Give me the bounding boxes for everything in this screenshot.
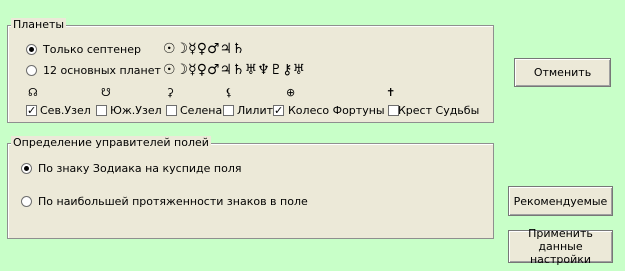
apply-settings-button[interactable]: Применить данные настройки [508,227,613,266]
radio-cusp-sign[interactable]: По знаку Зодиака на куспиде поля [21,162,242,175]
rulers-group [7,143,494,239]
checkbox-north-node-box[interactable]: ✓ [26,105,37,116]
checkbox-selena[interactable]: Селена [166,104,222,117]
fortune-wheel-icon: ⊕ [286,86,296,99]
checkbox-fortune-wheel-box[interactable] [387,105,399,116]
checkbox-cross-of-fate[interactable]: Крест Судьбы [398,104,479,117]
checkbox-south-node-box[interactable] [96,105,107,116]
radio-cusp-sign-indicator[interactable] [21,163,32,174]
checkbox-lilith-spacer[interactable] [223,105,234,116]
checkbox-south-node[interactable]: Юж.Узел [96,104,162,117]
radio-largest-extent-label: По наибольшей протяженности знаков в пол… [38,195,308,208]
selena-icon: ⚳ [166,86,175,99]
checkbox-cross-of-fate-label: Крест Судьбы [398,104,480,117]
cancel-button[interactable]: Отменить [514,58,611,87]
checkbox-lilith-box[interactable]: ✓ [273,105,285,116]
twelve-planet-glyphs: ☉☽☿♀♂♃♄♅♆♇⚷♅ [163,62,306,78]
radio-septener[interactable]: Только септенер [26,43,141,56]
lilith-icon: ⚸ [225,86,234,99]
radio-largest-extent-indicator[interactable] [21,196,32,207]
radio-septener-label: Только септенер [43,43,141,56]
checkbox-north-node[interactable]: ✓ Сев.Узел [26,104,91,117]
checkbox-fortune-wheel[interactable]: Колесо Фортуны [288,104,402,117]
septener-planet-glyphs: ☉☽☿♀♂♃♄ [163,41,245,57]
cross-of-fate-icon: ✝ [386,86,396,99]
radio-cusp-sign-label: По знаку Зодиака на куспиде поля [38,162,242,175]
south-node-icon: ☋ [101,86,111,99]
radio-largest-extent[interactable]: По наибольшей протяженности знаков в пол… [21,195,308,208]
radio-12-planets[interactable]: 12 основных планет [26,64,161,77]
checkbox-north-node-label: Сев.Узел [40,104,91,117]
planets-group-title: Планеты [11,18,67,31]
radio-12-planets-indicator[interactable] [26,65,37,76]
checkbox-selena-box[interactable] [166,105,177,116]
checkbox-lilith[interactable]: Лилит ✓ [223,104,287,117]
radio-12-planets-label: 12 основных планет [43,64,161,77]
rulers-group-title: Определение управителей полей [11,136,211,149]
radio-septener-indicator[interactable] [26,44,37,55]
checkbox-selena-label: Селена [180,104,223,117]
checkbox-lilith-label: Лилит [237,104,274,117]
recommended-button[interactable]: Рекомендуемые [508,186,613,216]
checkbox-south-node-label: Юж.Узел [110,104,162,117]
checkbox-fortune-wheel-label: Колесо Фортуны [288,104,385,117]
north-node-icon: ☊ [28,86,38,99]
